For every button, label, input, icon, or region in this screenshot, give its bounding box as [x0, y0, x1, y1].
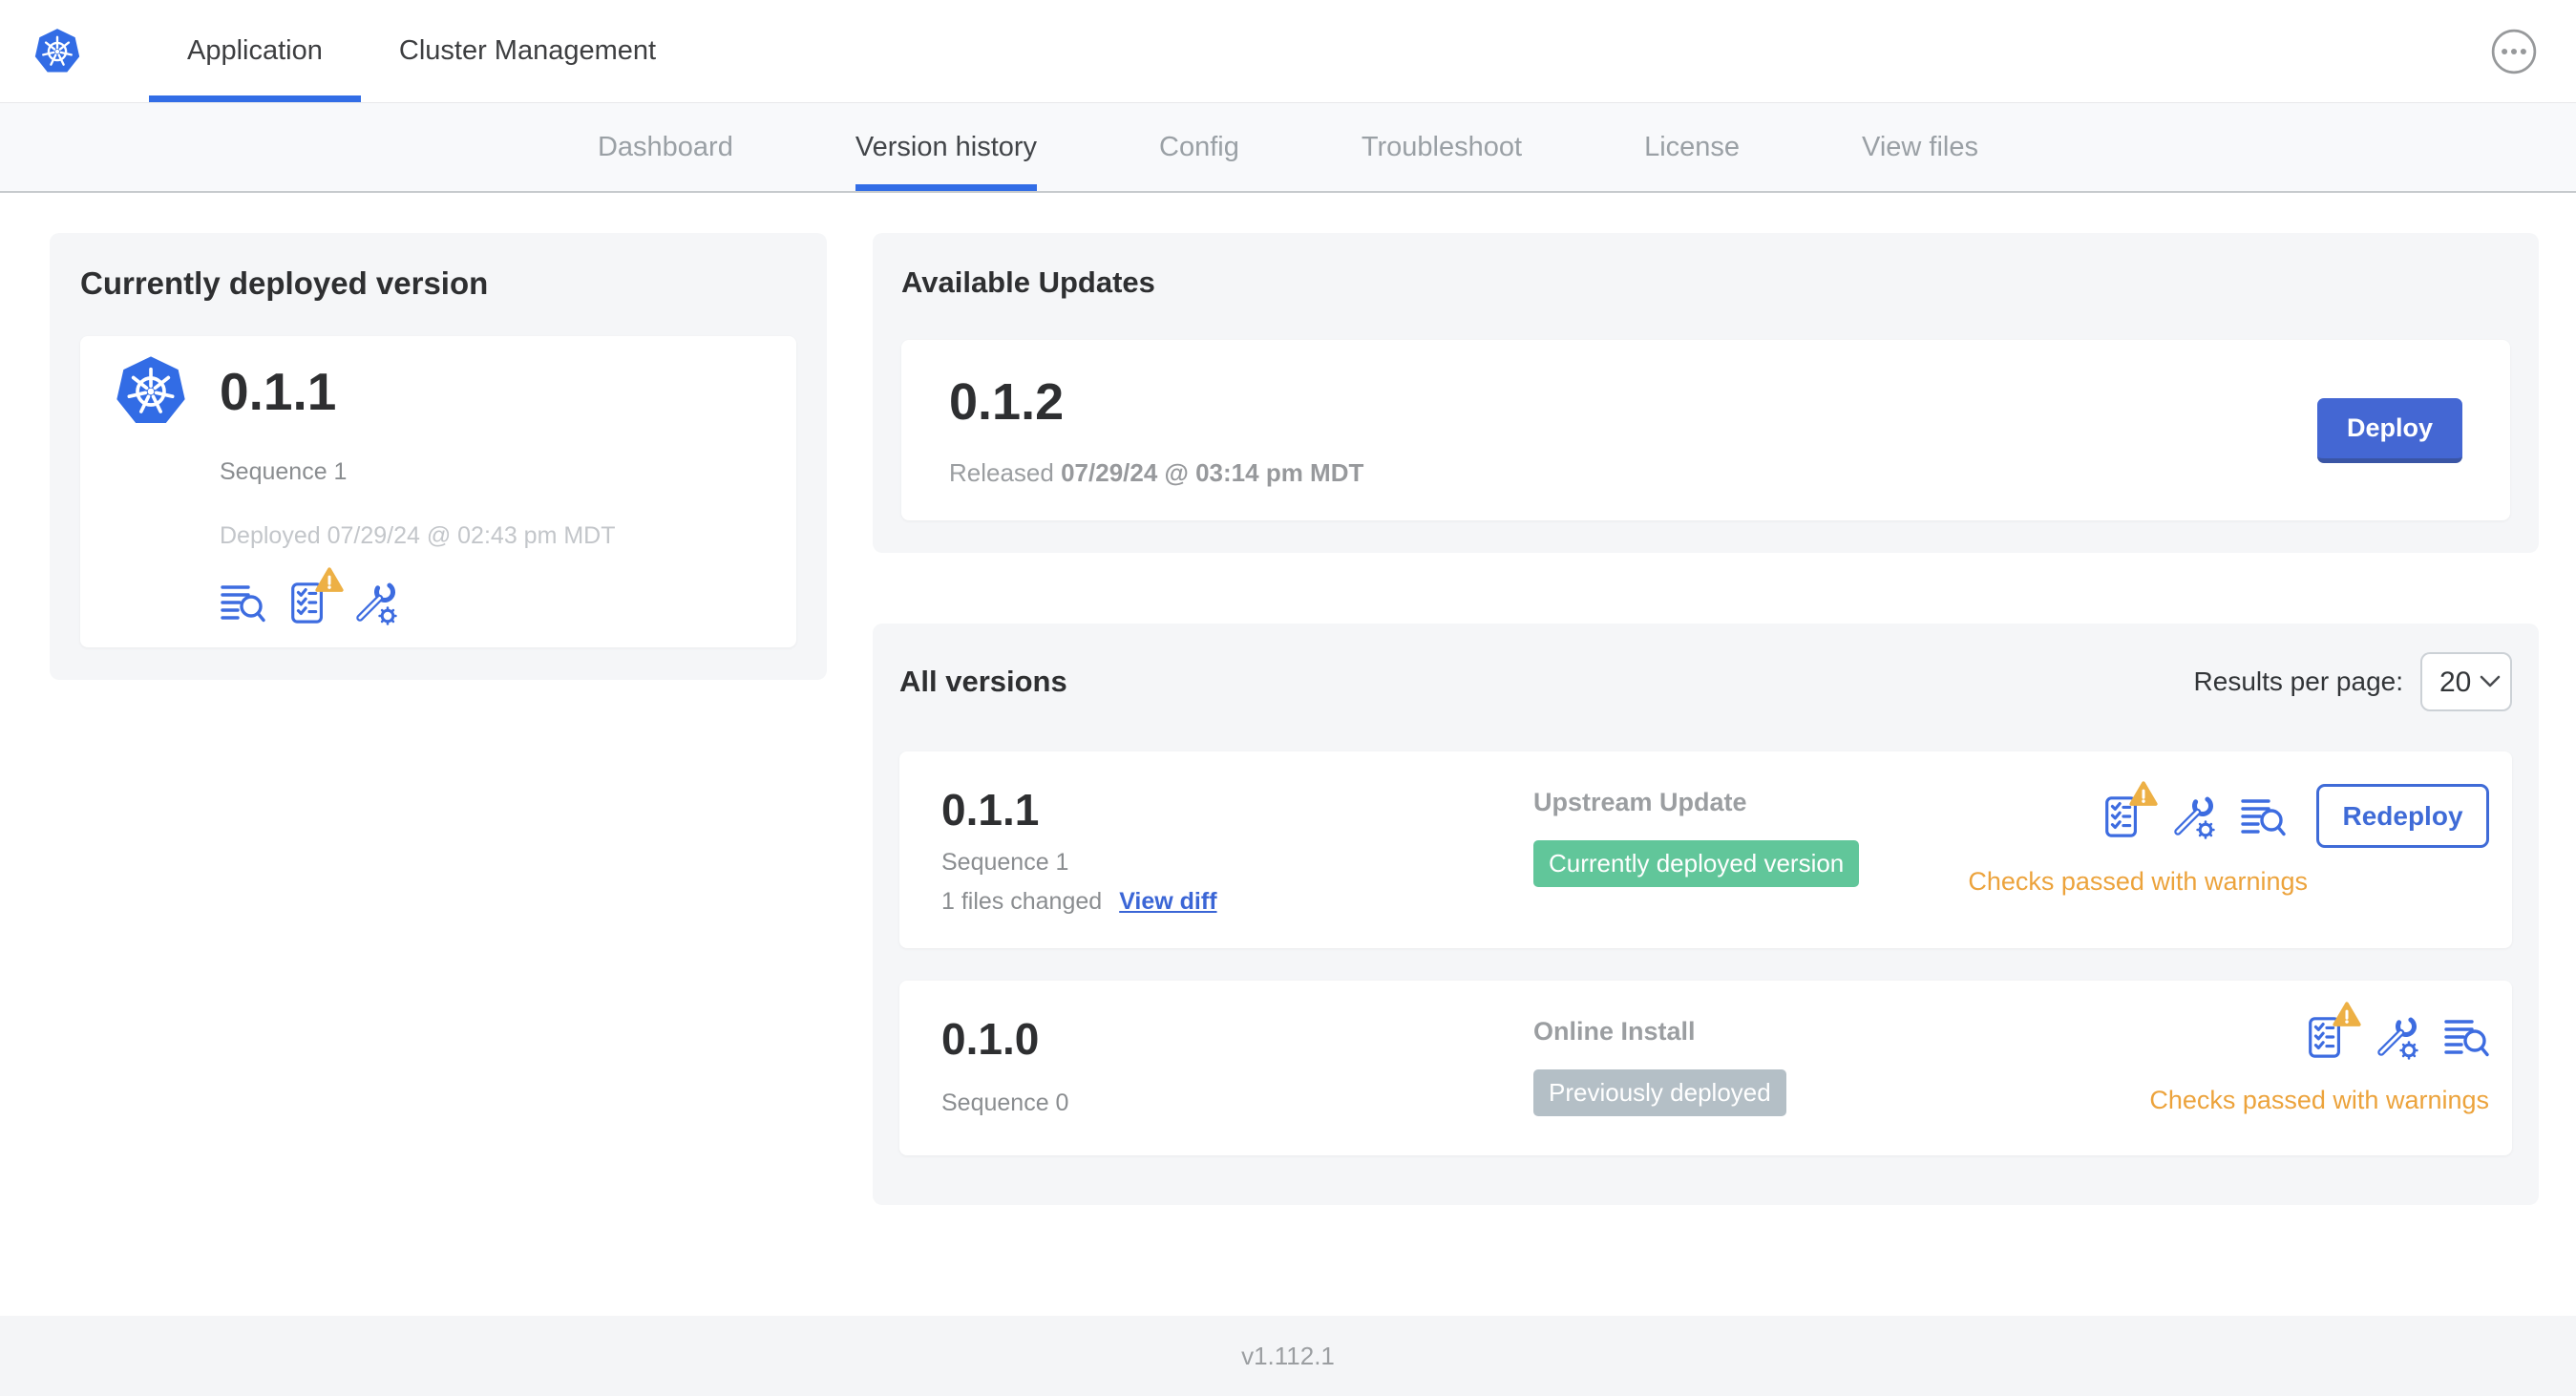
kubernetes-logo-icon — [32, 27, 82, 76]
status-badge-current: Currently deployed version — [1533, 840, 1860, 887]
row-source-label: Online Install — [1533, 1017, 1696, 1046]
row-version-number: 0.1.1 — [941, 785, 1040, 835]
tab-cluster-management[interactable]: Cluster Management — [361, 0, 694, 102]
edit-config-button[interactable] — [351, 580, 397, 625]
view-logs-button[interactable] — [220, 580, 265, 625]
results-per-page-label: Results per page: — [2193, 666, 2403, 696]
row-version-number: 0.1.0 — [941, 1014, 1040, 1064]
warning-triangle-icon — [315, 567, 344, 593]
checks-status-link[interactable]: Checks passed with warnings — [2149, 1086, 2489, 1115]
config-wrench-icon — [2373, 1014, 2418, 1060]
version-row-info: 0.1.1 Sequence 1 1 files changed View di… — [941, 784, 1533, 916]
subtab-view-files[interactable]: View files — [1862, 103, 1978, 191]
subtab-dashboard-label: Dashboard — [597, 131, 733, 162]
checks-status-link[interactable]: Checks passed with warnings — [1968, 867, 2308, 897]
tab-application[interactable]: Application — [149, 0, 361, 102]
version-row: 0.1.1 Sequence 1 1 files changed View di… — [899, 751, 2512, 948]
released-label: Released — [949, 458, 1054, 487]
deploy-button[interactable]: Deploy — [2317, 397, 2462, 463]
admin-console-page: Application Cluster Management Dashboard… — [0, 0, 2576, 1396]
all-versions-header: All versions Results per page: 20 — [899, 652, 2512, 711]
logs-search-icon — [220, 580, 265, 625]
tab-cluster-management-label: Cluster Management — [398, 35, 657, 66]
subtab-license[interactable]: License — [1644, 103, 1740, 191]
main-content: Currently deployed version 0.1.1 Sequenc… — [0, 193, 2576, 1316]
right-column: Available Updates 0.1.2 Released 07/29/2… — [873, 233, 2539, 1205]
version-row-actions: Redeploy Checks passed with warnings — [1968, 784, 2489, 897]
results-per-page-select[interactable]: 20 — [2420, 652, 2512, 711]
logs-search-icon — [2240, 793, 2286, 839]
results-per-page: Results per page: 20 — [2194, 652, 2512, 711]
status-badge-previous: Previously deployed — [1533, 1069, 1786, 1116]
all-versions-title: All versions — [899, 665, 1067, 698]
currently-deployed-title: Currently deployed version — [80, 265, 489, 301]
subtab-version-history-label: Version history — [855, 131, 1038, 162]
deployed-sequence-label: Sequence 1 — [220, 458, 348, 485]
currently-deployed-card: Currently deployed version 0.1.1 Sequenc… — [50, 233, 827, 680]
subtab-version-history[interactable]: Version history — [855, 103, 1037, 191]
preflight-checks-button[interactable] — [2101, 793, 2144, 840]
version-row-source: Online Install Previously deployed — [1533, 1013, 2149, 1116]
subtab-troubleshoot[interactable]: Troubleshoot — [1362, 103, 1522, 191]
warning-triangle-icon — [2333, 1002, 2361, 1027]
app-kubernetes-icon — [113, 353, 189, 430]
overflow-menu-button[interactable] — [2490, 28, 2538, 75]
top-bar: Application Cluster Management — [0, 0, 2576, 103]
version-row: 0.1.0 Sequence 0 Online Install Previous… — [899, 981, 2512, 1155]
subtab-license-label: License — [1644, 131, 1741, 162]
row-sequence: Sequence 0 — [941, 1089, 1069, 1116]
version-row-source: Upstream Update Currently deployed versi… — [1533, 784, 1968, 887]
config-wrench-icon — [2169, 793, 2215, 839]
update-version-number: 0.1.2 — [949, 373, 1065, 431]
config-wrench-icon — [351, 580, 397, 625]
logs-search-icon — [2443, 1014, 2489, 1060]
version-row-info: 0.1.0 Sequence 0 — [941, 1013, 1533, 1117]
warning-triangle-icon — [2129, 781, 2158, 807]
redeploy-button[interactable]: Redeploy — [2316, 784, 2489, 848]
files-changed-label: 1 files changed — [941, 888, 1103, 915]
deployed-timestamp: Deployed 07/29/24 @ 02:43 pm MDT — [220, 522, 616, 549]
subtab-config-label: Config — [1159, 131, 1239, 162]
row-source-label: Upstream Update — [1533, 788, 1747, 816]
deployed-version-actions — [220, 579, 764, 626]
tab-application-label: Application — [187, 35, 323, 66]
available-updates-title: Available Updates — [901, 265, 1155, 299]
available-updates-card: Available Updates 0.1.2 Released 07/29/2… — [873, 233, 2539, 553]
deployed-version-number: 0.1.1 — [220, 362, 337, 421]
currently-deployed-inner-card: 0.1.1 Sequence 1 Deployed 07/29/24 @ 02:… — [80, 336, 796, 647]
all-versions-card: All versions Results per page: 20 0.1.1 … — [873, 624, 2539, 1205]
available-update-row: 0.1.2 Released 07/29/24 @ 03:14 pm MDT D… — [901, 340, 2510, 520]
preflight-checks-button[interactable] — [286, 579, 330, 626]
app-subnav: Dashboard Version history Config Trouble… — [0, 103, 2576, 193]
view-diff-link[interactable]: View diff — [1119, 888, 1216, 916]
view-logs-button[interactable] — [2443, 1014, 2489, 1060]
edit-config-button[interactable] — [2169, 793, 2215, 839]
console-version: v1.112.1 — [1241, 1341, 1335, 1370]
view-logs-button[interactable] — [2240, 793, 2286, 839]
version-row-actions: Checks passed with warnings — [2149, 1013, 2489, 1115]
edit-config-button[interactable] — [2373, 1014, 2418, 1060]
subtab-troubleshoot-label: Troubleshoot — [1361, 131, 1523, 162]
row-sequence: Sequence 1 — [941, 849, 1069, 876]
update-released-line: Released 07/29/24 @ 03:14 pm MDT — [949, 458, 1363, 488]
app-footer: v1.112.1 — [0, 1316, 2576, 1396]
preflight-checks-button[interactable] — [2304, 1013, 2348, 1061]
subtab-config[interactable]: Config — [1159, 103, 1239, 191]
row-files-changed: 1 files changed View diff — [941, 888, 1533, 916]
subtab-view-files-label: View files — [1862, 131, 1979, 162]
released-date: 07/29/24 @ 03:14 pm MDT — [1061, 458, 1364, 487]
ellipsis-icon — [2490, 28, 2538, 75]
subtab-dashboard[interactable]: Dashboard — [598, 103, 733, 191]
app-level-tabs: Application Cluster Management — [149, 0, 694, 102]
